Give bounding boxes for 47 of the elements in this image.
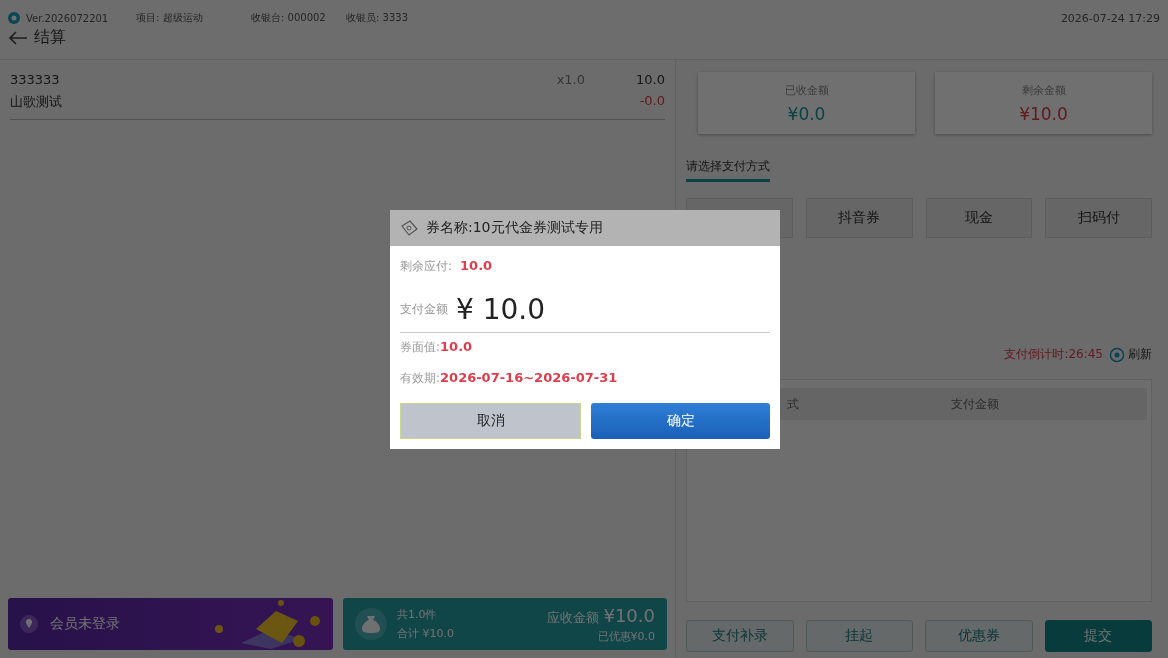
- location-pin-icon: [20, 615, 38, 633]
- money-bag-icon: [355, 608, 387, 640]
- discount-amount: 已优惠¥0.0: [597, 628, 655, 644]
- refresh-icon: [1109, 346, 1125, 363]
- action-button[interactable]: 优惠券: [925, 620, 1033, 652]
- back-arrow-icon[interactable]: [8, 30, 28, 45]
- dialog-title: 券名称:10元代金券测试专用: [426, 219, 603, 237]
- cancel-button[interactable]: 取消: [400, 403, 581, 439]
- item-code: 333333: [10, 72, 61, 87]
- version-text: Ver.2026072201: [26, 12, 110, 24]
- validity-value: 2026-07-16~2026-07-31: [440, 370, 618, 385]
- project-text: 项目: 超级运动: [136, 11, 204, 25]
- item-name: 山歌测试: [10, 93, 63, 111]
- register-text: 收银台: 000002: [251, 11, 327, 25]
- member-card[interactable]: 会员未登录: [8, 598, 333, 650]
- payment-method-button[interactable]: 现金: [925, 198, 1033, 238]
- confirm-button[interactable]: 确定: [591, 403, 770, 439]
- datetime-text: 2026-07-24 17:29: [1060, 11, 1160, 25]
- amount-field[interactable]: 支付金额 ¥ 10.0: [400, 293, 770, 333]
- item-quantity: x1.0: [555, 72, 586, 87]
- amount-due-label: 应收金额: [547, 608, 600, 627]
- validity-label: 有效期:: [400, 370, 441, 387]
- face-value: 10.0: [440, 339, 473, 354]
- page-title: 结算: [34, 27, 66, 48]
- payment-method-tab[interactable]: 请选择支付方式: [686, 158, 770, 182]
- action-button[interactable]: 支付补录: [686, 620, 794, 652]
- remaining-label: 剩余应付:: [400, 258, 453, 275]
- face-value-label: 券面值:: [400, 339, 441, 356]
- item-count: 共1.0件: [397, 607, 438, 622]
- item-price: 10.0: [635, 72, 665, 87]
- item-discount: -0.0: [638, 93, 665, 110]
- amount-value: ¥0.0: [787, 103, 826, 124]
- remaining-value: 10.0: [460, 258, 493, 273]
- amount-value: ¥10.0: [1019, 103, 1068, 124]
- payment-method-button[interactable]: 抖音券: [805, 198, 913, 238]
- action-button[interactable]: 挂起: [805, 620, 913, 652]
- member-status: 会员未登录: [50, 615, 120, 633]
- countdown-text: 支付倒计时:26:45: [1004, 346, 1103, 363]
- action-button[interactable]: 提交: [1044, 620, 1152, 652]
- cashier-text: 收银员: 3333: [346, 11, 408, 25]
- column-header: 支付金额: [950, 395, 1000, 413]
- payment-method-button[interactable]: 扫码付: [1045, 198, 1152, 238]
- total-amount: 合计 ¥10.0: [397, 626, 454, 641]
- app-logo-icon: [8, 12, 20, 24]
- amount-due: ¥10.0: [603, 604, 655, 626]
- ticket-icon: [400, 220, 418, 236]
- refresh-button[interactable]: 刷新: [1109, 346, 1152, 363]
